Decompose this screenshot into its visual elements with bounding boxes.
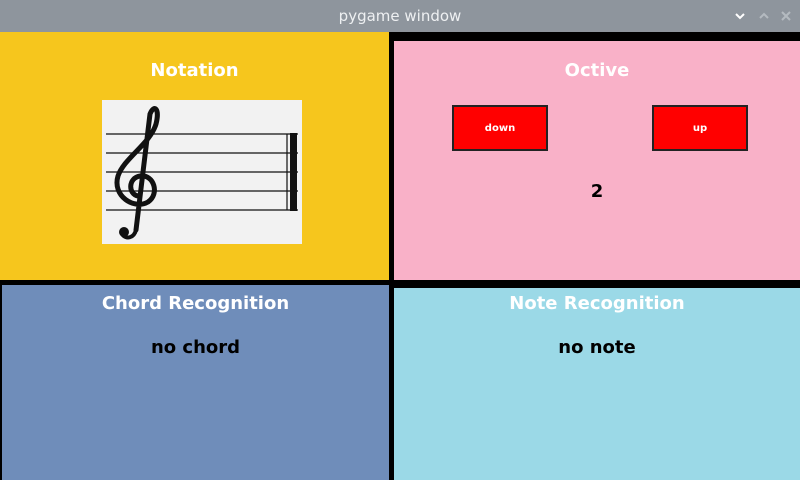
- treble-clef-staff-icon: [106, 106, 298, 240]
- note-recognition-panel: Note Recognition no note: [394, 288, 800, 480]
- minimize-button[interactable]: [730, 6, 750, 26]
- notation-title: Notation: [150, 60, 239, 81]
- note-title: Note Recognition: [509, 293, 685, 314]
- chevron-up-icon: [759, 12, 769, 19]
- octave-panel: Octive down up 2: [394, 41, 800, 280]
- note-value: no note: [558, 337, 636, 358]
- chord-value: no chord: [150, 337, 241, 358]
- notation-panel: Notation: [0, 32, 389, 280]
- chord-title: Chord Recognition: [101, 293, 290, 314]
- maximize-button[interactable]: [754, 6, 774, 26]
- octave-down-button[interactable]: down: [452, 105, 548, 151]
- octave-value: 2: [590, 181, 604, 202]
- close-button[interactable]: [776, 6, 796, 26]
- window-titlebar: pygame window: [0, 0, 800, 32]
- octave-up-button[interactable]: up: [652, 105, 748, 151]
- staff-image: [102, 100, 302, 244]
- octave-title: Octive: [564, 60, 630, 81]
- chord-recognition-panel: Chord Recognition no chord: [2, 285, 389, 480]
- close-icon: [781, 11, 791, 21]
- window-title: pygame window: [338, 7, 462, 25]
- chevron-down-icon: [735, 13, 745, 20]
